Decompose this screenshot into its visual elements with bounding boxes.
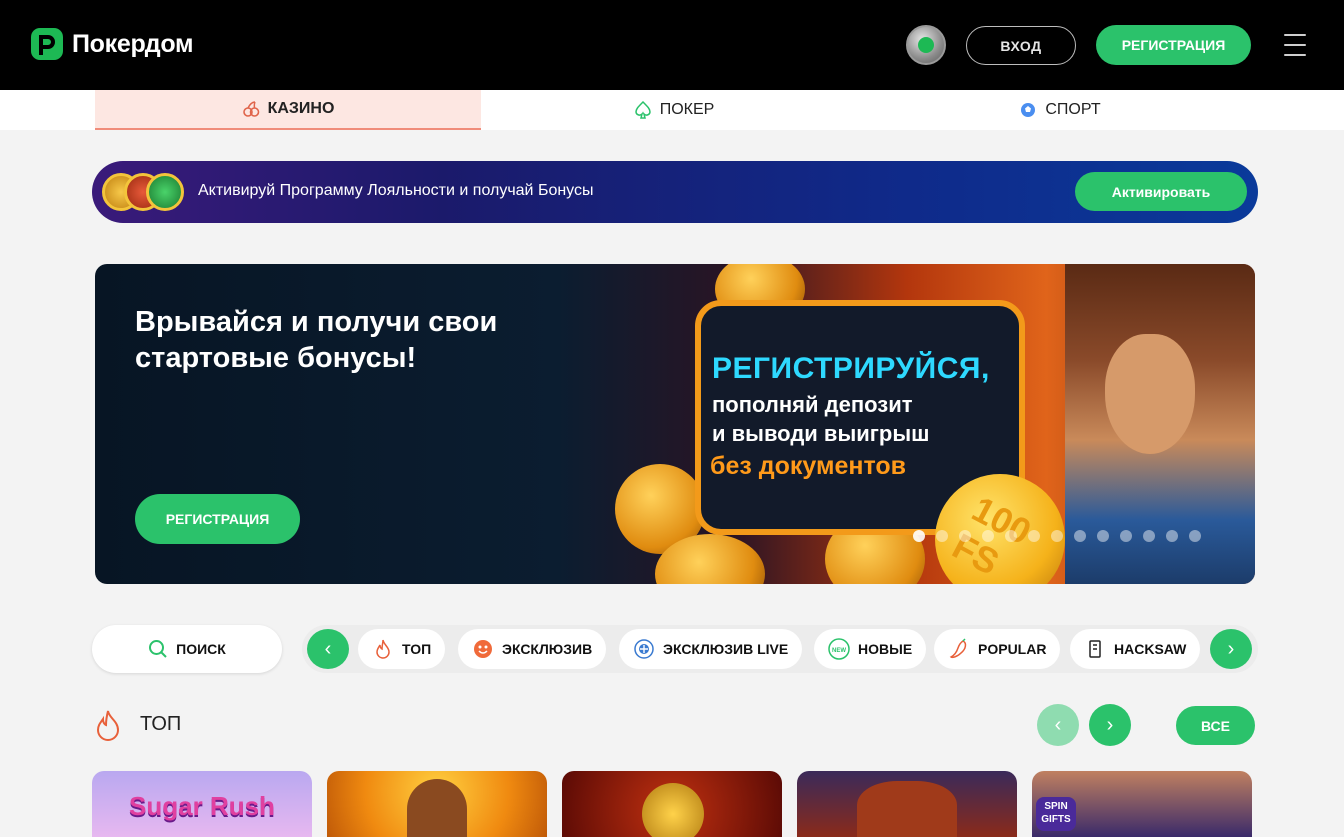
activate-button[interactable]: Активировать [1075,172,1247,211]
cherry-icon [242,100,260,118]
category-popular[interactable]: POPULAR [934,629,1061,669]
search-label: ПОИСК [176,641,226,657]
slider-dot[interactable] [1166,530,1178,542]
tab-poker[interactable]: ПОКЕР [481,90,867,130]
game-card[interactable] [327,771,547,837]
ball-icon [1019,101,1037,119]
category-exclusive-live[interactable]: ЭКСКЛЮЗИВ LIVE [619,629,803,669]
section-title: ТОП [140,713,182,735]
carousel-prev-button[interactable]: ‹ [1037,704,1079,746]
slider-dot[interactable] [1005,530,1017,542]
game-card[interactable]: Sugar Rush [92,771,312,837]
category-bar: ‹ ТОП ЭКСКЛЮЗИВ ЭКСКЛЮЗИВ LIVE NEW НОВЫЕ… [302,625,1258,673]
tab-sport[interactable]: СПОРТ [867,90,1253,130]
category-hacksaw[interactable]: HACKSAW [1070,629,1201,669]
avatar[interactable] [906,25,946,65]
hero-register-button[interactable]: РЕГИСТРАЦИЯ [135,494,300,544]
face-icon [472,638,494,660]
tab-label: КАЗИНО [267,100,335,117]
slider-dot[interactable] [1074,530,1086,542]
coins-icon [102,173,184,211]
loyalty-text: Активируй Программу Лояльности и получай… [198,182,594,199]
search-button[interactable]: ПОИСК [92,625,282,673]
flame-icon [372,638,394,660]
tab-label: СПОРТ [1045,101,1101,118]
flame-icon [96,710,120,741]
live-icon [633,638,655,660]
show-all-button[interactable]: ВСЕ [1176,706,1255,745]
hero-banner[interactable]: Врывайся и получи свои стартовые бонусы!… [95,264,1255,584]
slider-dot[interactable] [982,530,994,542]
hacksaw-icon [1084,638,1106,660]
loyalty-banner[interactable]: Активируй Программу Лояльности и получай… [92,161,1258,223]
menu-icon[interactable] [1284,34,1306,56]
register-button[interactable]: РЕГИСТРАЦИЯ [1096,25,1251,65]
promo-line-3: и выводи выигрыш [712,421,930,446]
tab-casino[interactable]: КАЗИНО [95,90,481,130]
section-tabs: КАЗИНО ПОКЕР СПОРТ [0,90,1344,130]
slider-dot[interactable] [1120,530,1132,542]
slider-dot[interactable] [913,530,925,542]
slider-dot[interactable] [936,530,948,542]
search-icon [149,640,167,658]
top-header: Покердом ВХОД РЕГИСТРАЦИЯ [0,0,1344,90]
slider-dot[interactable] [1051,530,1063,542]
tab-label: ПОКЕР [659,101,715,118]
game-card[interactable] [797,771,1017,837]
spade-icon [634,101,652,119]
promo-line-4: без документов [710,452,906,480]
new-badge-icon: NEW [828,638,850,660]
slider-dots [913,530,1201,542]
carousel-next-button[interactable]: › [1089,704,1131,746]
promo-headline: РЕГИСТРИРУЙСЯ, [712,352,990,385]
svg-text:NEW: NEW [832,648,846,654]
logo-text: Покердом [72,29,194,58]
chili-icon [948,638,970,660]
category-top[interactable]: ТОП [358,629,446,669]
slider-dot[interactable] [1189,530,1201,542]
hero-title: Врывайся и получи свои стартовые бонусы! [135,306,498,374]
game-card[interactable] [562,771,782,837]
login-button[interactable]: ВХОД [966,26,1076,65]
slider-dot[interactable] [1028,530,1040,542]
logo[interactable]: Покердом [30,27,194,61]
game-card[interactable]: SPIN GIFTS [1032,771,1252,837]
category-next-button[interactable]: › [1210,629,1252,669]
promo-line-2: пополняй депозит [712,392,913,417]
category-prev-button[interactable]: ‹ [307,629,349,669]
slider-dot[interactable] [1143,530,1155,542]
category-new[interactable]: NEW НОВЫЕ [814,629,927,669]
slider-dot[interactable] [959,530,971,542]
pokerdom-logo-icon [31,28,63,60]
slider-dot[interactable] [1097,530,1109,542]
category-exclusive[interactable]: ЭКСКЛЮЗИВ [458,629,607,669]
